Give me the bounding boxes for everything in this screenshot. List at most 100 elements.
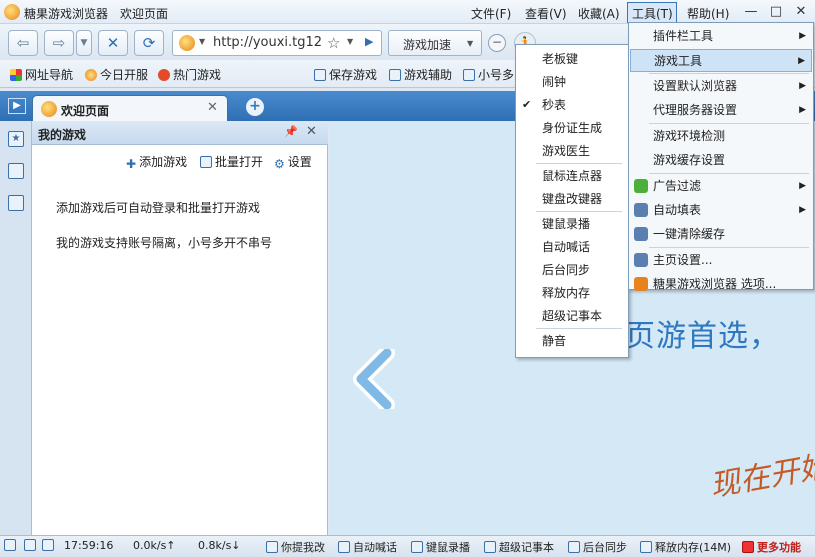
menu-tools[interactable]: 工具(T) (627, 2, 677, 23)
tools-menu-item[interactable]: 游戏环境检测 (630, 125, 812, 148)
address-bar[interactable]: ▼ http://youxi.tg12 ☆ ▼ ▶ (172, 30, 382, 56)
add-game-button[interactable]: ✚ 添加游戏 (126, 153, 187, 171)
stop-x-icon: ✕ (106, 34, 120, 52)
bookmark-item[interactable]: 热门游戏 (158, 66, 221, 83)
status-shout-button[interactable]: 自动喊话 (338, 539, 397, 555)
submenu-item[interactable]: 超级记事本 (516, 305, 628, 327)
status-more-button[interactable]: 更多功能 (742, 539, 801, 555)
submenu-item[interactable]: 静音 (516, 330, 628, 352)
status-item-label: 后台同步 (583, 541, 627, 554)
save-game-button[interactable]: 保存游戏 (314, 66, 377, 83)
notepad-icon (484, 541, 496, 553)
status-memory-button[interactable]: 释放内存(14M) (640, 539, 731, 555)
status-sync-button[interactable]: 后台同步 (568, 539, 627, 555)
panel-header: 我的游戏 📌 ✕ (32, 121, 328, 145)
tools-menu-item[interactable]: 代理服务器设置 ▶ (630, 99, 812, 122)
submenu-arrow-icon: ▶ (798, 56, 805, 66)
close-window-button[interactable]: ✕ (791, 3, 811, 21)
submenu-item[interactable]: 释放内存 (516, 282, 628, 304)
tab-close-icon[interactable]: ✕ (207, 100, 218, 115)
new-tab-button[interactable]: + (246, 98, 264, 116)
forward-button[interactable]: ⇨ (44, 30, 74, 56)
title-bar: 糖果游戏浏览器 欢迎页面 文件(F) 查看(V) 收藏(A) 工具(T) 帮助(… (0, 0, 815, 24)
submenu-item[interactable]: ✔ 秒表 (516, 94, 628, 116)
autofill-icon (634, 203, 648, 217)
tools-menu-item[interactable]: 游戏工具 ▶ (630, 49, 812, 72)
panel-title: 我的游戏 (38, 128, 87, 142)
submenu-item[interactable]: 鼠标连点器 (516, 165, 628, 187)
tools-menu-item-label: 自动填表 (653, 203, 702, 217)
bookmark-item[interactable]: 今日开服 (85, 66, 148, 83)
maximize-button[interactable]: □ (766, 3, 786, 21)
refresh-button[interactable]: ⟳ (134, 30, 164, 56)
status-item-label: 键鼠录播 (426, 541, 470, 554)
tools-menu-item[interactable]: 糖果游戏浏览器 选项... (630, 273, 812, 296)
play-status-icon[interactable] (42, 539, 57, 552)
tools-menu-item[interactable]: 插件栏工具 ▶ (630, 25, 812, 48)
submenu-item-label: 键盘改键器 (542, 192, 603, 206)
favorites-star-icon[interactable]: ★ (8, 131, 24, 147)
menu-separator (649, 173, 809, 174)
submenu-item[interactable]: 身份证生成 (516, 117, 628, 139)
submenu-item[interactable]: 自动喊话 (516, 236, 628, 258)
status-record-button[interactable]: 键鼠录播 (411, 539, 470, 555)
menu-file[interactable]: 文件(F) (471, 5, 511, 22)
settings-button[interactable]: ⚙ 设置 (274, 153, 312, 171)
square-icon[interactable] (4, 539, 19, 552)
tools-menu-item[interactable]: 广告过滤 ▶ (630, 175, 812, 198)
favicon-dropdown-icon[interactable]: ▼ (199, 37, 205, 46)
dash-icon[interactable] (24, 539, 39, 552)
status-notepad-button[interactable]: 超级记事本 (484, 539, 554, 555)
app-title: 糖果游戏浏览器 (24, 7, 109, 21)
refresh-icon: ⟳ (142, 34, 156, 52)
game-accelerate-button[interactable]: 游戏加速 ▼ (388, 30, 482, 56)
minimize-button[interactable]: — (741, 3, 761, 21)
url-input[interactable]: http://youxi.tg12 (213, 35, 325, 50)
tools-menu-item[interactable]: 设置默认浏览器 ▶ (630, 75, 812, 98)
multi-account-button[interactable]: 小号多 (463, 66, 514, 83)
submenu-item[interactable]: 键鼠录播 (516, 213, 628, 235)
star-icon[interactable]: ☆ (327, 34, 340, 52)
bookmark-item[interactable]: 网址导航 (10, 66, 73, 83)
submenu-item-label: 闹钟 (542, 75, 567, 89)
submenu-item[interactable]: 老板键 (516, 48, 628, 70)
url-dropdown-icon[interactable]: ▼ (347, 37, 353, 46)
tools-menu-item[interactable]: 主页设置... (630, 249, 812, 272)
previous-arrow-icon[interactable] (351, 349, 401, 409)
play-icon (42, 539, 54, 551)
menu-view[interactable]: 查看(V) (525, 5, 567, 22)
submenu-item-label: 老板键 (542, 52, 579, 66)
stop-button[interactable]: ✕ (98, 30, 128, 56)
submenu-item-label: 秒表 (542, 98, 567, 112)
panel-close-icon[interactable]: ✕ (306, 124, 317, 139)
record-icon (411, 541, 423, 553)
menu-help[interactable]: 帮助(H) (687, 5, 729, 22)
panel-hint-text: 我的游戏支持账号隔离，小号多开不串号 (56, 236, 273, 250)
tools-menu-item-label: 广告过滤 (653, 179, 702, 193)
tab-label: 欢迎页面 (61, 104, 110, 118)
pin-icon[interactable]: 📌 (284, 125, 298, 138)
history-dropdown-button[interactable]: ▼ (76, 30, 92, 56)
tab-welcome[interactable]: 欢迎页面 ✕ (32, 95, 228, 121)
game-tools-submenu: 老板键闹钟 ✔ 秒表 身份证生成 游戏医生鼠标连点器键盘改键器键鼠录播 自动喊话 后台同步释… (515, 44, 629, 358)
back-button[interactable]: ⇦ (8, 30, 38, 56)
chevron-down-icon[interactable]: ▼ (467, 39, 473, 48)
go-icon[interactable]: ▶ (365, 35, 373, 48)
banner-text: 页游首选， (625, 319, 780, 354)
submenu-item[interactable]: 游戏医生 (516, 140, 628, 162)
speed-minus-button[interactable]: − (488, 34, 506, 52)
tools-menu-item[interactable]: 自动填表 ▶ (630, 199, 812, 222)
game-assist-button[interactable]: 游戏辅助 (389, 66, 452, 83)
menu-favorites[interactable]: 收藏(A) (578, 5, 620, 22)
my-games-panel: 我的游戏 📌 ✕ ✚ 添加游戏 批量打开 ⚙ 设置 添加游戏后可自动登录和批量打开游… (32, 121, 328, 535)
sidebar-toggle-button[interactable]: ▶ (8, 98, 26, 114)
batch-open-button[interactable]: 批量打开 (200, 153, 263, 170)
submenu-item[interactable]: 闹钟 (516, 71, 628, 93)
tools-menu-item[interactable]: 游戏缓存设置 (630, 149, 812, 172)
status-feedback-button[interactable]: 你提我改 (266, 539, 325, 555)
tools-menu-item[interactable]: 一键清除缓存 (630, 223, 812, 246)
submenu-item[interactable]: 后台同步 (516, 259, 628, 281)
submenu-item[interactable]: 键盘改键器 (516, 188, 628, 210)
list-icon[interactable] (8, 163, 24, 179)
contacts-icon[interactable] (8, 195, 24, 211)
